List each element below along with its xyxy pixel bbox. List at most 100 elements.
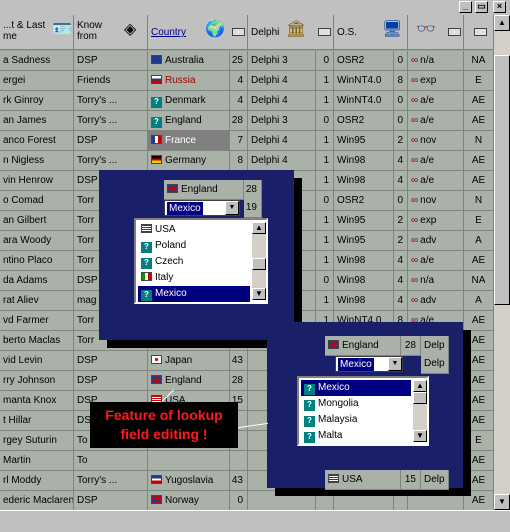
- list-scrollbar[interactable]: ▲ ▼: [252, 222, 266, 300]
- skill-cell[interactable]: ∞ exp: [408, 71, 464, 91]
- name-cell[interactable]: vd Farmer: [0, 311, 74, 331]
- row-country-cell[interactable]: England: [164, 180, 244, 200]
- name-cell[interactable]: an James: [0, 111, 74, 131]
- country-cell[interactable]: [148, 451, 230, 471]
- name-cell[interactable]: ederic Maclaren: [0, 491, 74, 510]
- column-header-skill[interactable]: 👓: [408, 15, 464, 50]
- vertical-scrollbar[interactable]: ▲ ▼: [494, 15, 510, 510]
- os-cell[interactable]: Win98: [334, 151, 394, 171]
- delphi-cell[interactable]: Delphi 4: [248, 151, 316, 171]
- country-dropdown-list[interactable]: ? Mexico? Mongolia? Malaysia? Malta ▲ ▼: [297, 376, 429, 446]
- delphi-cell[interactable]: [248, 491, 316, 510]
- know-from-cell[interactable]: Torry's ...: [74, 471, 148, 491]
- know-from-cell[interactable]: Torry's ...: [74, 111, 148, 131]
- combo-value[interactable]: Mexico: [338, 358, 374, 371]
- os-cell[interactable]: OSR2: [334, 111, 394, 131]
- country-cell[interactable]: ? England: [148, 111, 230, 131]
- column-header-extra[interactable]: [464, 15, 494, 50]
- scroll-up-icon[interactable]: ▲: [494, 15, 510, 31]
- list-item[interactable]: ? Malaysia: [301, 412, 411, 428]
- minimize-button[interactable]: _: [459, 1, 472, 13]
- name-cell[interactable]: anco Forest: [0, 131, 74, 151]
- name-cell[interactable]: o Comad: [0, 191, 74, 211]
- name-cell[interactable]: ara Woody: [0, 231, 74, 251]
- skill-cell[interactable]: ∞ n/a: [408, 51, 464, 71]
- scroll-thumb[interactable]: [494, 55, 510, 305]
- os-cell[interactable]: WinNT4.0: [334, 91, 394, 111]
- delphi-cell[interactable]: Delphi 4: [248, 131, 316, 151]
- list-item[interactable]: USA: [138, 222, 250, 238]
- country-cell[interactable]: Japan: [148, 351, 230, 371]
- column-option-icon[interactable]: [318, 28, 331, 36]
- list-item[interactable]: ? Mexico: [138, 286, 250, 302]
- know-from-cell[interactable]: DSP: [74, 491, 148, 510]
- list-item[interactable]: ? Mongolia: [301, 396, 411, 412]
- skill-cell[interactable]: ∞ nov: [408, 191, 464, 211]
- skill-cell[interactable]: ∞ a/e: [408, 111, 464, 131]
- list-item[interactable]: ? Mexico: [301, 380, 411, 396]
- scroll-down-icon[interactable]: ▼: [413, 430, 427, 442]
- know-from-cell[interactable]: DSP: [74, 351, 148, 371]
- name-cell[interactable]: Martin: [0, 451, 74, 471]
- name-cell[interactable]: berto Maclas: [0, 331, 74, 351]
- os-cell[interactable]: Win98: [334, 171, 394, 191]
- country-dropdown-list[interactable]: USA? Poland? Czech Italy? Mexico ▲ ▼: [134, 218, 268, 304]
- country-lookup-combo[interactable]: Mexico ▼: [335, 356, 403, 372]
- delphi-cell[interactable]: Delphi 4: [248, 91, 316, 111]
- skill-cell[interactable]: ∞ n/a: [408, 271, 464, 291]
- skill-cell[interactable]: ∞ exp: [408, 211, 464, 231]
- table-row[interactable]: n Nigless Torry's ... Germany 8 Delphi 4 1 Win…: [0, 151, 494, 171]
- country-cell[interactable]: Australia: [148, 51, 230, 71]
- know-from-cell[interactable]: DSP: [74, 371, 148, 391]
- know-from-cell[interactable]: Torry's ...: [74, 151, 148, 171]
- list-item[interactable]: ? Malta: [301, 428, 411, 444]
- name-cell[interactable]: rl Moddy: [0, 471, 74, 491]
- skill-cell[interactable]: ∞ adv: [408, 291, 464, 311]
- name-cell[interactable]: ntino Placo: [0, 251, 74, 271]
- column-header-os[interactable]: O.S. 🖥: [334, 15, 408, 50]
- os-cell[interactable]: Win95: [334, 231, 394, 251]
- skill-cell[interactable]: ∞ a/e: [408, 251, 464, 271]
- os-cell[interactable]: Win95: [334, 211, 394, 231]
- column-header-know-from[interactable]: Know from ◈: [74, 15, 148, 50]
- dropdown-arrow-icon[interactable]: ▼: [388, 357, 402, 371]
- name-cell[interactable]: rk Ginroy: [0, 91, 74, 111]
- name-cell[interactable]: da Adams: [0, 271, 74, 291]
- scroll-down-icon[interactable]: ▼: [252, 288, 266, 300]
- know-from-cell[interactable]: DSP: [74, 131, 148, 151]
- name-cell[interactable]: vin Henrow: [0, 171, 74, 191]
- country-lookup-combo[interactable]: Mexico ▼: [164, 200, 240, 216]
- os-cell[interactable]: Win98: [334, 291, 394, 311]
- table-row[interactable]: a Sadness DSP Australia 25 Delphi 3 0 OSR2 0 ∞ n/…: [0, 51, 494, 71]
- os-cell[interactable]: OSR2: [334, 191, 394, 211]
- table-row[interactable]: ergei Friends Russia 4 Delphi 4 1 WinNT4.0 8 ∞ ex…: [0, 71, 494, 91]
- column-option-icon[interactable]: [232, 28, 245, 36]
- os-cell[interactable]: Win95: [334, 131, 394, 151]
- list-item[interactable]: ? Poland: [138, 238, 250, 254]
- row-country-cell[interactable]: England: [325, 336, 401, 356]
- os-cell[interactable]: WinNT4.0: [334, 71, 394, 91]
- column-header-delphi[interactable]: Delphi 🏛: [248, 15, 334, 50]
- skill-cell[interactable]: [408, 491, 464, 510]
- country-cell[interactable]: Yugoslavia: [148, 471, 230, 491]
- name-cell[interactable]: an Gilbert: [0, 211, 74, 231]
- name-cell[interactable]: rry Johnson: [0, 371, 74, 391]
- know-from-cell[interactable]: Friends: [74, 71, 148, 91]
- skill-cell[interactable]: ∞ a/e: [408, 151, 464, 171]
- skill-cell[interactable]: ∞ a/e: [408, 91, 464, 111]
- list-scroll-thumb[interactable]: [413, 392, 427, 404]
- list-scrollbar[interactable]: ▲ ▼: [413, 380, 427, 442]
- scroll-down-icon[interactable]: ▼: [494, 494, 510, 510]
- list-item[interactable]: ? Czech: [138, 254, 250, 270]
- name-cell[interactable]: t Hillar: [0, 411, 74, 431]
- column-option-icon[interactable]: [474, 28, 487, 36]
- name-cell[interactable]: manta Knox: [0, 391, 74, 411]
- os-cell[interactable]: [334, 491, 394, 510]
- name-cell[interactable]: a Sadness: [0, 51, 74, 71]
- table-row[interactable]: ederic Maclaren DSP Norway 0 AE: [0, 491, 494, 510]
- close-button[interactable]: ×: [493, 1, 506, 13]
- name-cell[interactable]: vid Levin: [0, 351, 74, 371]
- name-cell[interactable]: n Nigless: [0, 151, 74, 171]
- delphi-cell[interactable]: Delphi 4: [248, 71, 316, 91]
- list-scroll-thumb[interactable]: [252, 258, 266, 270]
